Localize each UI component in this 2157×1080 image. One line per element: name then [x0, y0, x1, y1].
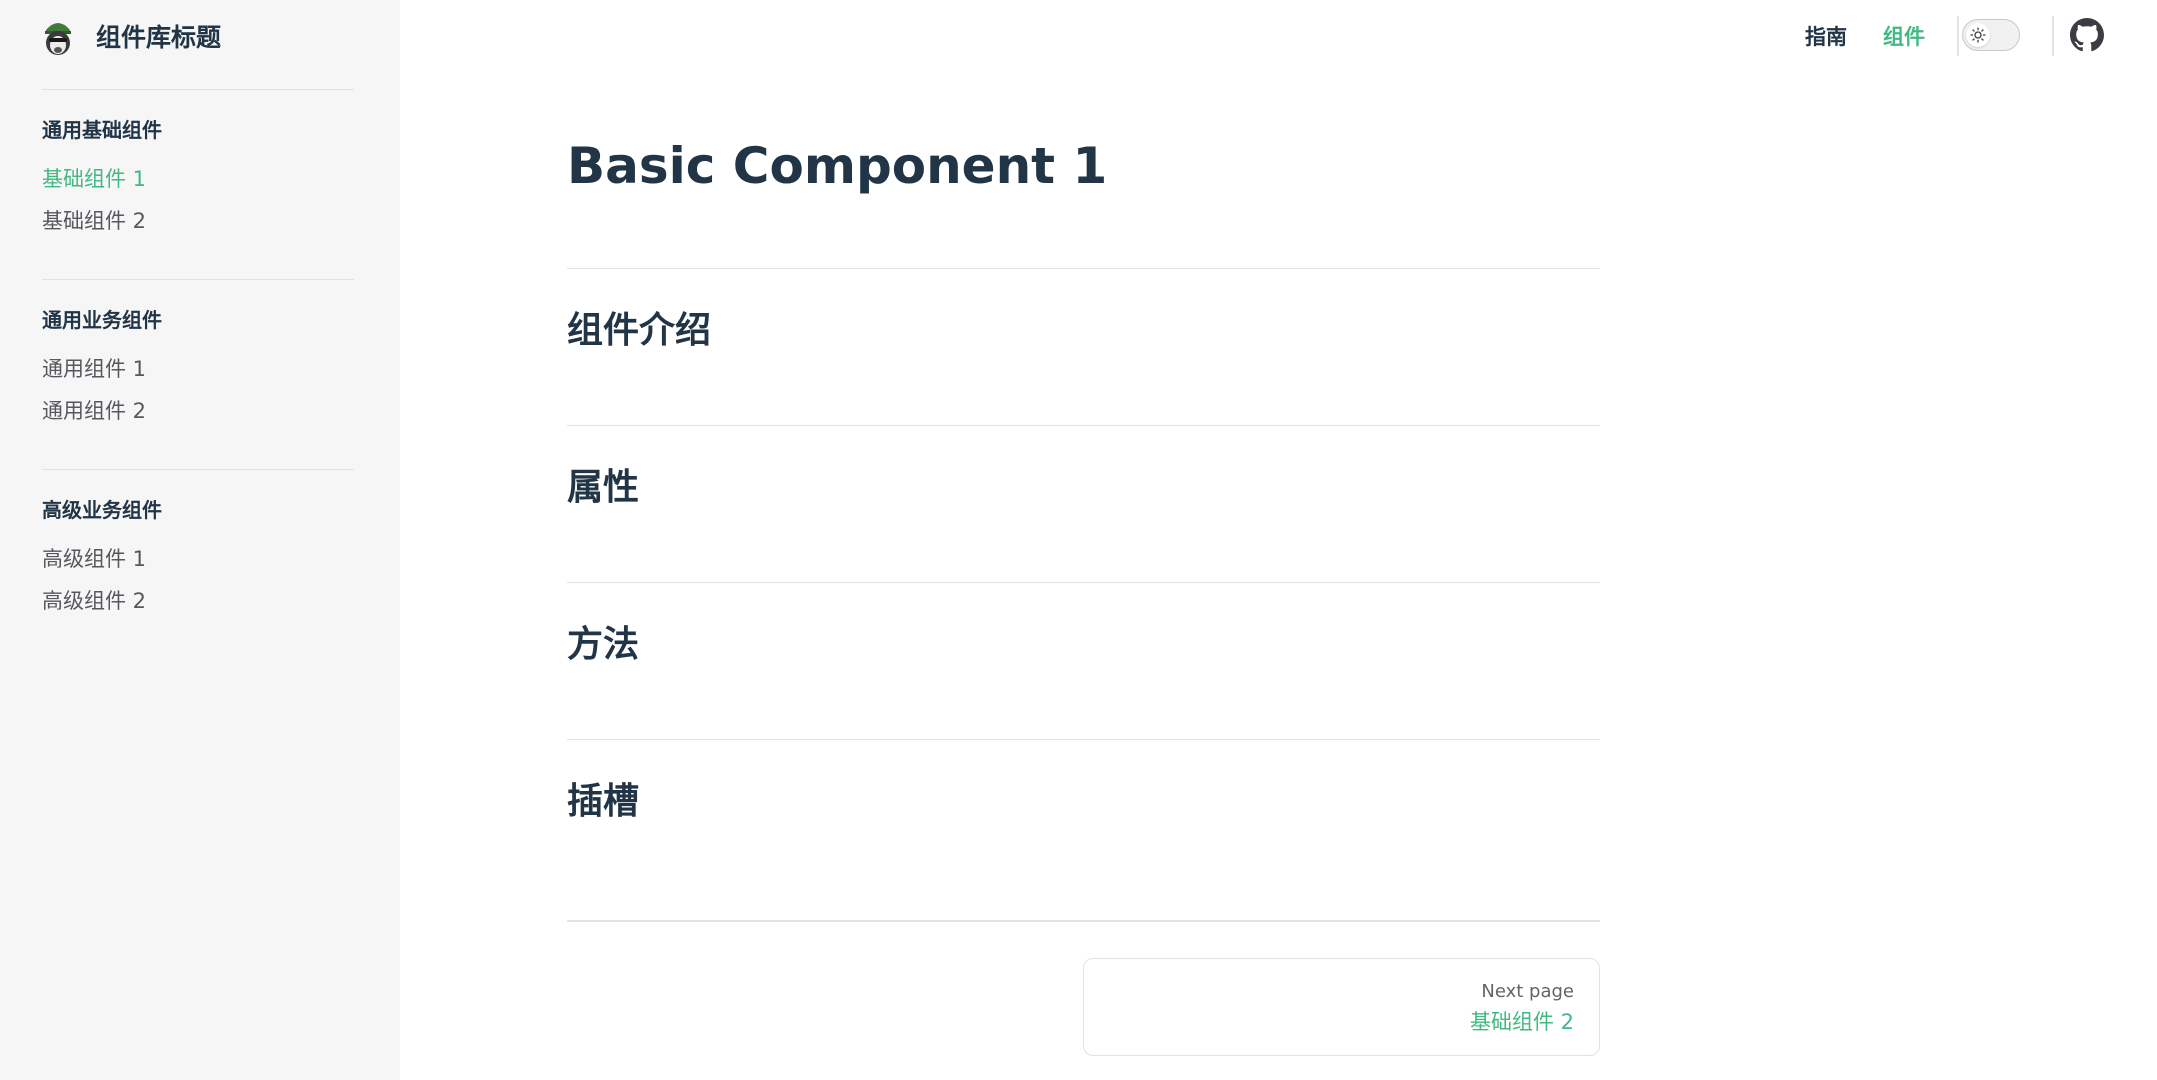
section-heading: 属性: [567, 467, 640, 508]
sidebar-item-basic-1[interactable]: 基础组件 1: [42, 158, 354, 200]
section-methods: 方法: [567, 582, 1600, 669]
section-props: 属性: [567, 425, 1600, 512]
nav-link-components[interactable]: 组件: [1883, 22, 1925, 52]
sidebar-group-basic: 通用基础组件 基础组件 1 基础组件 2: [42, 89, 354, 242]
next-page-desc: Next page: [1481, 981, 1574, 1002]
theme-toggle[interactable]: [1962, 19, 2020, 51]
brand-title: 组件库标题: [96, 23, 222, 52]
nav-link-guide[interactable]: 指南: [1805, 22, 1847, 52]
sidebar-item-basic-2[interactable]: 基础组件 2: [42, 200, 354, 242]
sidebar-item-common-1[interactable]: 通用组件 1: [42, 348, 354, 390]
section-heading: 插槽: [567, 781, 640, 822]
nav-divider: [1957, 16, 1959, 56]
sidebar-group-advanced: 高级业务组件 高级组件 1 高级组件 2: [42, 469, 354, 622]
nav-divider: [2052, 16, 2054, 56]
brand[interactable]: 组件库标题: [40, 14, 221, 58]
section-slots: 插槽: [567, 739, 1600, 826]
content-divider: [567, 920, 1600, 922]
sidebar-group-business: 通用业务组件 通用组件 1 通用组件 2: [42, 279, 354, 432]
sidebar-group-title: 高级业务组件: [42, 498, 162, 522]
github-icon[interactable]: [2070, 18, 2104, 52]
sidebar: 组件库标题 通用基础组件 基础组件 1 基础组件 2 通用业务组件 通用组件 1…: [0, 0, 400, 1080]
sidebar-item-advanced-1[interactable]: 高级组件 1: [42, 538, 354, 580]
page-title: Basic Component 1: [567, 137, 1108, 195]
next-page-title: 基础组件 2: [1469, 1010, 1574, 1034]
sidebar-item-advanced-2[interactable]: 高级组件 2: [42, 580, 354, 622]
sun-icon: [1966, 23, 1990, 47]
section-heading: 组件介绍: [567, 310, 712, 351]
logo-icon: [45, 23, 71, 55]
section-intro: 组件介绍: [567, 268, 1600, 355]
next-page-link[interactable]: Next page 基础组件 2: [1083, 958, 1600, 1056]
sidebar-item-common-2[interactable]: 通用组件 2: [42, 390, 354, 432]
section-heading: 方法: [567, 624, 640, 665]
sidebar-group-title: 通用基础组件: [42, 118, 162, 142]
sidebar-group-title: 通用业务组件: [42, 308, 162, 332]
